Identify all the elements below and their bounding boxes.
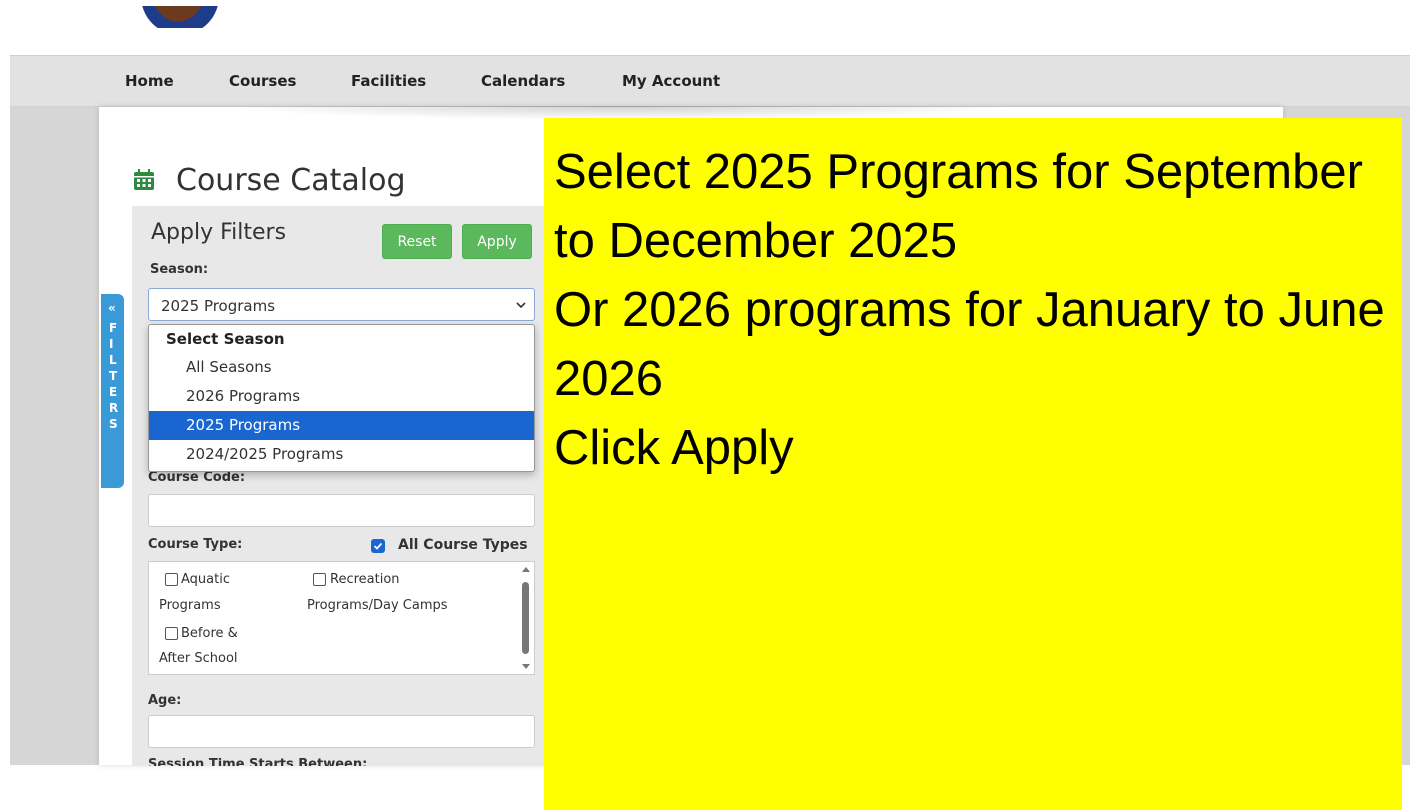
season-option-group: Select Season xyxy=(166,330,285,348)
course-code-label: Course Code: xyxy=(148,470,246,485)
filters-side-tab[interactable]: « FILTERS xyxy=(101,294,124,488)
page-title: Course Catalog xyxy=(176,162,406,198)
course-type-label: Course Type: xyxy=(148,537,243,552)
note-line-1: Select 2025 Programs for September to De… xyxy=(554,145,1363,268)
season-dropdown-list: Select Season All Seasons 2026 Programs … xyxy=(148,324,535,472)
recreation-label-1: Recreation xyxy=(330,572,400,587)
season-option-2026[interactable]: 2026 Programs xyxy=(149,382,534,411)
apply-button[interactable]: Apply xyxy=(462,224,532,259)
session-time-label: Session Time Starts Between: xyxy=(148,757,368,766)
logo[interactable] xyxy=(138,6,218,28)
filters-tab-label: FILTERS xyxy=(109,321,119,431)
season-label: Season: xyxy=(150,262,209,277)
recreation-label-2: Programs/Day Camps xyxy=(307,598,448,613)
scrollbar-thumb[interactable] xyxy=(522,582,529,654)
note-line-2: Or 2026 programs for January to June 202… xyxy=(554,283,1385,406)
page-title-row: Course Catalog xyxy=(132,160,405,200)
nav-my-account[interactable]: My Account xyxy=(622,72,720,90)
season-option-2025[interactable]: 2025 Programs xyxy=(149,411,534,440)
all-course-types-checkbox[interactable] xyxy=(371,539,385,553)
reset-button[interactable]: Reset xyxy=(382,224,452,259)
age-label: Age: xyxy=(148,693,182,708)
header-bar xyxy=(10,6,1410,56)
filter-panel: Apply Filters Reset Apply Season: 2025 P… xyxy=(132,206,544,766)
instruction-note: Select 2025 Programs for September to De… xyxy=(544,118,1402,810)
aquatic-label-1: Aquatic xyxy=(181,572,230,587)
calendar-icon xyxy=(134,169,154,190)
filter-heading: Apply Filters xyxy=(151,220,287,245)
before-after-school-label-2: After School xyxy=(159,651,238,666)
season-selected-value: 2025 Programs xyxy=(161,297,276,315)
nav-facilities[interactable]: Facilities xyxy=(351,72,426,90)
age-input[interactable] xyxy=(148,715,535,748)
season-option-2024-2025[interactable]: 2024/2025 Programs xyxy=(149,440,534,469)
recreation-checkbox[interactable] xyxy=(313,573,326,586)
checkmark-icon xyxy=(373,542,383,550)
aquatic-checkbox[interactable] xyxy=(165,573,178,586)
season-select[interactable]: 2025 Programs xyxy=(148,288,535,321)
collapse-chevron-icon: « xyxy=(108,301,116,315)
chevron-down-icon xyxy=(516,302,526,309)
before-after-school-label-1: Before & xyxy=(181,626,238,641)
course-type-list[interactable]: Aquatic Programs Recreation Programs/Day… xyxy=(148,561,535,675)
nav-calendars[interactable]: Calendars xyxy=(481,72,565,90)
nav-courses[interactable]: Courses xyxy=(229,72,296,90)
nav-home[interactable]: Home xyxy=(125,72,174,90)
all-course-types-label: All Course Types xyxy=(398,537,528,553)
before-after-school-checkbox[interactable] xyxy=(165,627,178,640)
season-option-all[interactable]: All Seasons xyxy=(149,353,534,382)
note-line-3: Click Apply xyxy=(554,421,794,475)
aquatic-label-2: Programs xyxy=(159,598,221,613)
main-nav: Home Courses Facilities Calendars My Acc… xyxy=(10,56,1410,107)
course-code-input[interactable] xyxy=(148,494,535,527)
